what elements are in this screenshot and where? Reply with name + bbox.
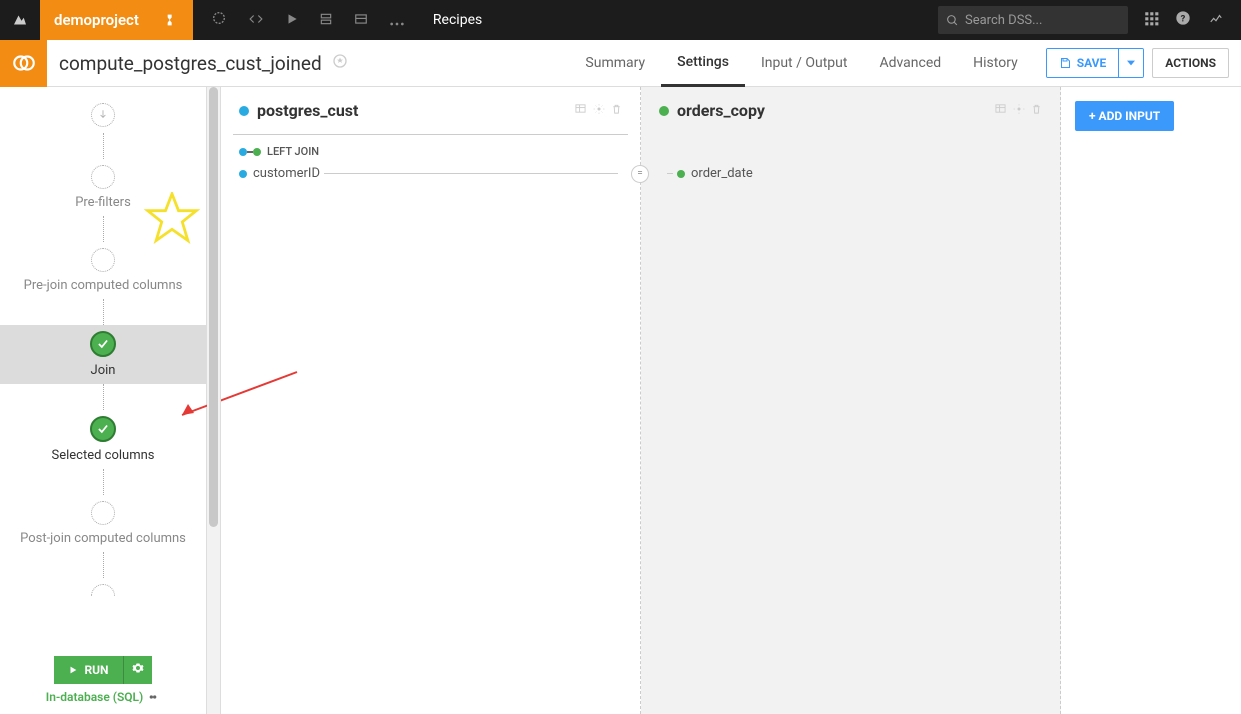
activity-icon[interactable]	[1207, 11, 1225, 30]
home-bird-icon[interactable]	[0, 0, 40, 40]
recipe-join-icon	[0, 40, 47, 87]
tab-advanced[interactable]: Advanced	[863, 40, 957, 87]
tab-summary[interactable]: Summary	[569, 40, 661, 87]
help-icon[interactable]: ?	[1175, 10, 1191, 30]
table-icon[interactable]	[353, 11, 369, 30]
step-prejoin-computed[interactable]: Pre-join computed columns	[0, 242, 206, 299]
actions-button[interactable]: ACTIONS	[1152, 48, 1229, 78]
header-bar: compute_postgres_cust_joined Summary Set…	[0, 40, 1241, 87]
step-next-partial[interactable]	[0, 578, 206, 602]
steps-list: Pre-filters Pre-join computed columns Jo…	[0, 87, 206, 646]
step-input[interactable]	[0, 97, 206, 133]
play-icon[interactable]	[285, 11, 299, 30]
circle-dashed-icon[interactable]	[211, 10, 227, 30]
run-button[interactable]: RUN	[54, 656, 122, 684]
step-selected-label: Selected columns	[51, 448, 154, 463]
add-input-column: + ADD INPUT	[1061, 87, 1241, 714]
recipe-title: compute_postgres_cust_joined	[59, 52, 322, 75]
step-join[interactable]: Join	[0, 325, 206, 384]
run-bar: RUN In-database (SQL)	[0, 646, 206, 714]
dataset-dot-green	[659, 106, 669, 116]
search-input[interactable]: Search DSS...	[938, 6, 1128, 34]
sidebar-scrollbar[interactable]	[207, 87, 221, 714]
step-join-label: Join	[91, 363, 116, 378]
tab-history[interactable]: History	[957, 40, 1034, 87]
step-prefilters[interactable]: Pre-filters	[0, 159, 206, 216]
search-placeholder: Search DSS...	[965, 13, 1042, 28]
left-join-key-label: customerID	[253, 166, 320, 181]
right-join-key-row[interactable]: order_date	[641, 162, 1060, 185]
delete-icon[interactable]	[1031, 103, 1042, 118]
right-join-key-label: order_date	[691, 166, 753, 181]
left-dataset-name: postgres_cust	[257, 101, 358, 120]
save-button-group: SAVE	[1046, 48, 1145, 78]
join-editor: postgres_cust LEFT JOIN customerID	[221, 87, 1241, 714]
step-prefilters-label: Pre-filters	[75, 195, 131, 210]
more-icon[interactable]	[389, 11, 405, 30]
left-join-key-row[interactable]: customerID =	[221, 162, 640, 185]
run-settings-button[interactable]	[123, 656, 152, 684]
svg-text:?: ?	[1181, 13, 1186, 24]
table-preview-icon[interactable]	[994, 103, 1007, 118]
step-selected-columns[interactable]: Selected columns	[0, 410, 206, 469]
dataset-dot-blue	[239, 106, 249, 116]
engine-label: In-database (SQL)	[46, 690, 144, 704]
join-type-indicator[interactable]: LEFT JOIN	[221, 135, 640, 162]
code-icon[interactable]	[247, 11, 265, 30]
left-dataset-column: postgres_cust LEFT JOIN customerID	[221, 87, 641, 714]
step-prejoin-label: Pre-join computed columns	[24, 278, 183, 293]
tool-icons-group	[193, 10, 423, 30]
table-preview-icon[interactable]	[574, 103, 587, 118]
top-nav: demoproject Recipes Search DSS... ?	[0, 0, 1241, 40]
favorite-star-icon[interactable]	[332, 53, 348, 73]
flow-icon[interactable]	[153, 0, 193, 40]
engine-selector[interactable]: In-database (SQL)	[10, 690, 196, 704]
step-postjoin-label: Post-join computed columns	[20, 531, 186, 546]
main-area: Pre-filters Pre-join computed columns Jo…	[0, 87, 1241, 714]
join-type-label: LEFT JOIN	[267, 145, 319, 158]
step-postjoin-computed[interactable]: Post-join computed columns	[0, 495, 206, 552]
run-label: RUN	[84, 663, 108, 677]
add-input-button[interactable]: + ADD INPUT	[1075, 101, 1174, 131]
settings-gear-icon[interactable]	[593, 103, 605, 118]
project-name[interactable]: demoproject	[40, 0, 153, 40]
steps-sidebar: Pre-filters Pre-join computed columns Jo…	[0, 87, 207, 714]
delete-icon[interactable]	[611, 103, 622, 118]
breadcrumb-recipes[interactable]: Recipes	[433, 12, 482, 28]
right-dataset-column: orders_copy x order_date	[641, 87, 1061, 714]
apps-grid-icon[interactable]	[1144, 11, 1159, 30]
settings-gear-icon[interactable]	[1013, 103, 1025, 118]
save-button[interactable]: SAVE	[1047, 49, 1119, 77]
save-dropdown[interactable]	[1118, 49, 1143, 77]
tab-settings[interactable]: Settings	[661, 40, 745, 87]
tabs: Summary Settings Input / Output Advanced…	[569, 40, 1033, 87]
save-label: SAVE	[1077, 56, 1107, 70]
right-dataset-name: orders_copy	[677, 101, 765, 120]
stack-icon[interactable]	[319, 11, 333, 30]
tab-io[interactable]: Input / Output	[745, 40, 864, 87]
